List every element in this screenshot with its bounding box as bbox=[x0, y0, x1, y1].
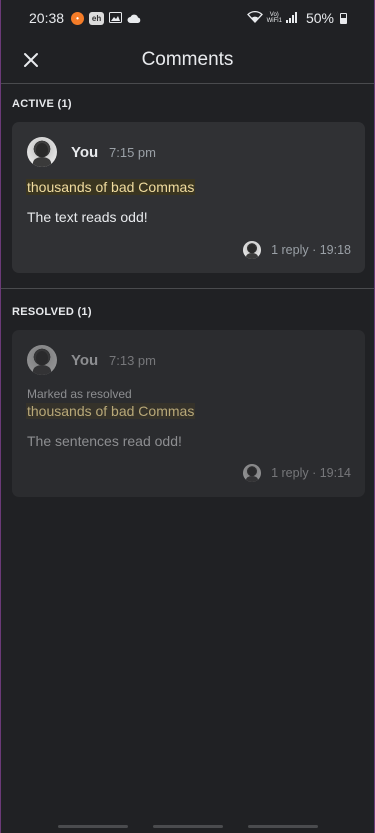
comment-text: The text reads odd! bbox=[27, 209, 148, 225]
avatar bbox=[27, 137, 57, 167]
signal-icon bbox=[285, 10, 298, 26]
reply-info: 1 reply · 19:14 bbox=[271, 466, 351, 480]
network-label-bottom: WiFi1 bbox=[266, 18, 282, 24]
active-section-header: ACTIVE (1) bbox=[12, 98, 72, 110]
comment-author: You bbox=[71, 144, 99, 161]
close-icon bbox=[24, 53, 38, 67]
image-icon bbox=[109, 10, 123, 26]
comment-quote: thousands of bad Commas bbox=[26, 179, 196, 195]
reply-info: 1 reply · 19:18 bbox=[271, 243, 351, 257]
status-time: 20:38 bbox=[29, 10, 65, 26]
resolved-comment-card[interactable]: You 7:13 pm Marked as resolved thousands… bbox=[12, 330, 365, 497]
nav-recents-button[interactable] bbox=[57, 825, 128, 828]
resolved-section-header: RESOLVED (1) bbox=[12, 306, 92, 318]
battery-percent: 50% bbox=[305, 10, 334, 26]
status-bar-left: 20:38 • eh bbox=[29, 10, 141, 26]
status-bar-right: Vo) WiFi1 50% bbox=[246, 10, 347, 26]
comment-text: The sentences read odd! bbox=[27, 433, 182, 449]
notification-eh-icon: eh bbox=[89, 11, 105, 25]
network-label: Vo) WiFi1 bbox=[267, 12, 282, 24]
reply-avatar bbox=[243, 241, 262, 259]
app-bar: Comments bbox=[1, 36, 374, 84]
comment-time: 7:13 pm bbox=[109, 353, 156, 368]
cloud-icon bbox=[127, 10, 141, 26]
status-bar: 20:38 • eh Vo) WiFi1 50% bbox=[1, 0, 374, 36]
comment-quote: thousands of bad Commas bbox=[26, 403, 196, 419]
nav-home-button[interactable] bbox=[152, 825, 223, 828]
notification-app-icon: • bbox=[71, 11, 85, 25]
avatar bbox=[27, 345, 57, 375]
nav-back-button[interactable] bbox=[247, 825, 318, 828]
system-nav-bar bbox=[1, 825, 374, 829]
section-divider bbox=[1, 288, 374, 289]
comment-author: You bbox=[71, 352, 99, 369]
resolved-status: Marked as resolved bbox=[27, 387, 132, 401]
page-title: Comments bbox=[141, 48, 234, 70]
active-comment-card[interactable]: You 7:15 pm thousands of bad Commas The … bbox=[12, 122, 365, 273]
reply-avatar bbox=[243, 464, 262, 482]
reply-summary[interactable]: 1 reply · 19:18 bbox=[243, 241, 351, 259]
app-frame: 20:38 • eh Vo) WiFi1 50% Comments ACTIVE… bbox=[0, 0, 375, 833]
reply-summary[interactable]: 1 reply · 19:14 bbox=[243, 464, 351, 482]
close-button[interactable] bbox=[15, 44, 47, 76]
comment-time: 7:15 pm bbox=[109, 145, 156, 160]
battery-icon bbox=[340, 12, 347, 24]
wifi-icon bbox=[246, 10, 263, 26]
